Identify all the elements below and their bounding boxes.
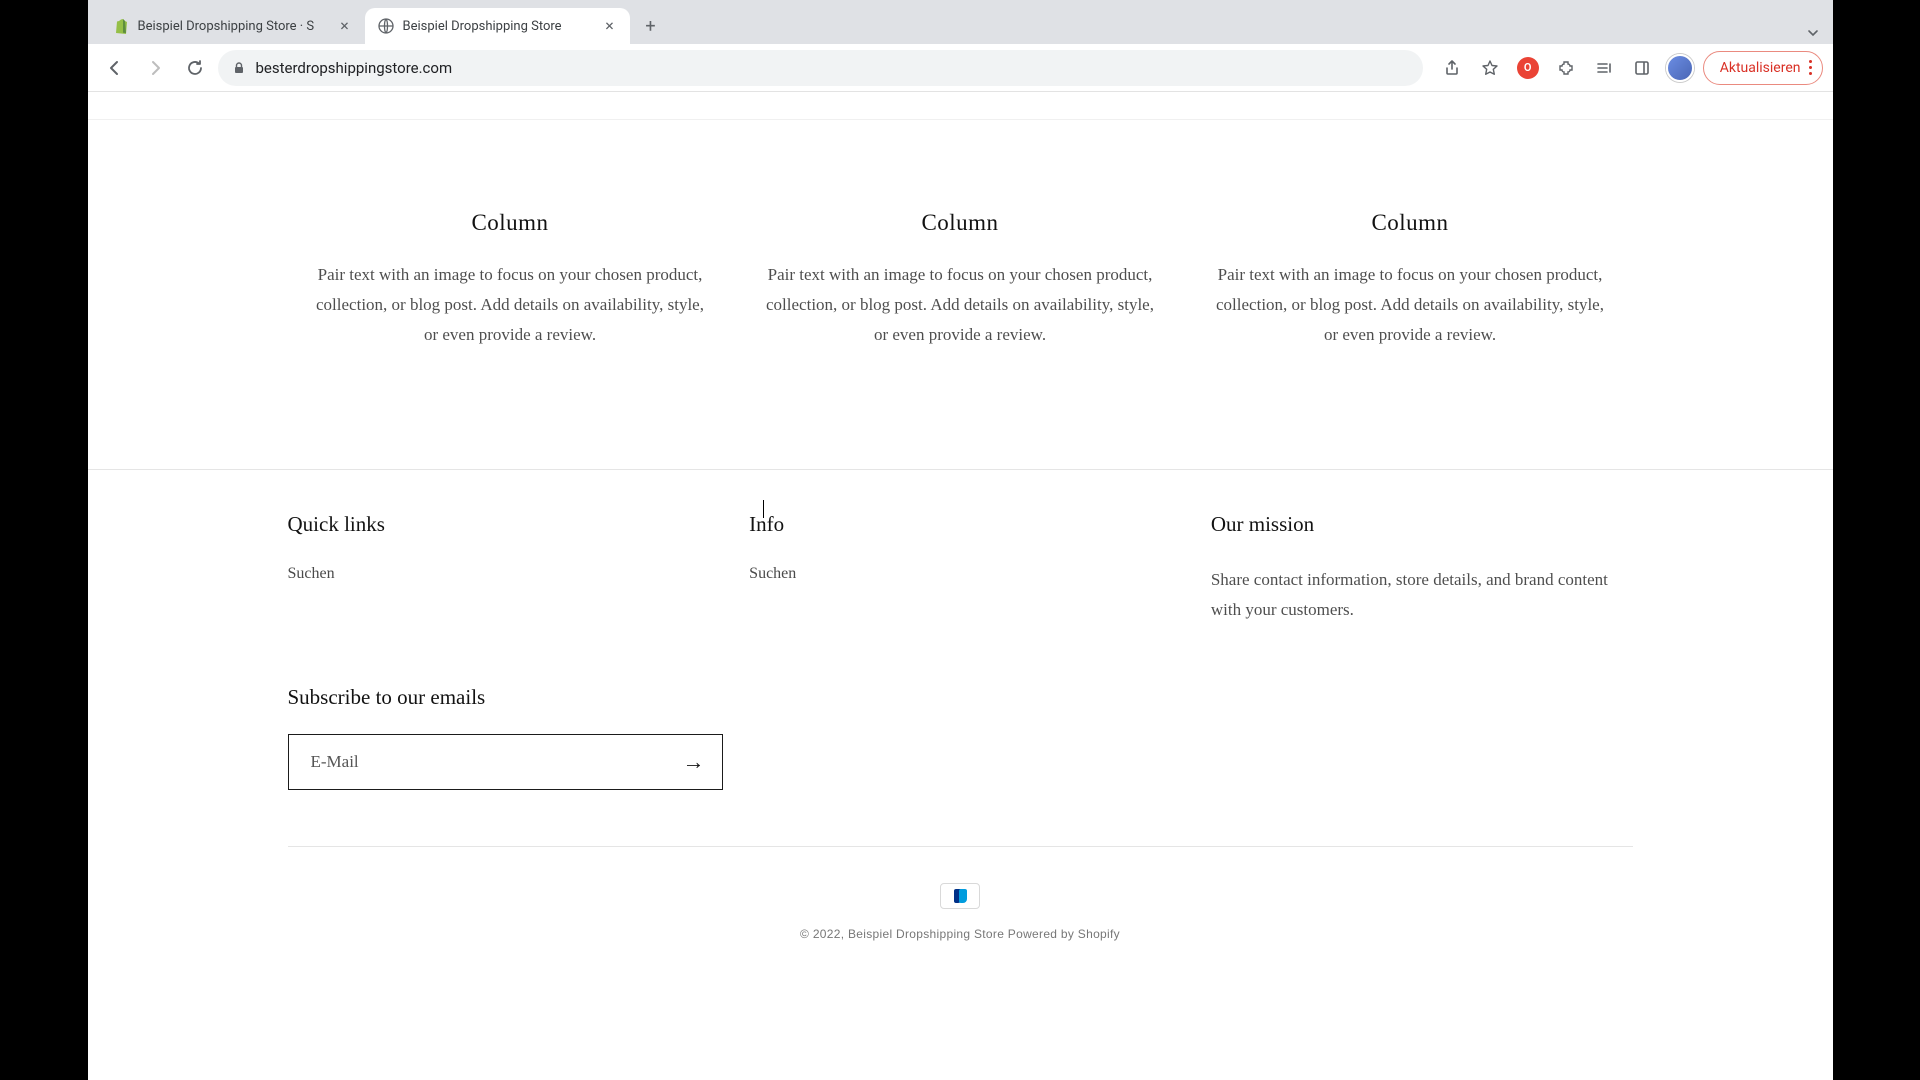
footer-heading: Our mission — [1211, 512, 1633, 537]
back-button[interactable] — [98, 51, 132, 85]
tab-strip: Beispiel Dropshipping Store · S × Beispi… — [88, 0, 1833, 44]
footer-link[interactable]: Suchen — [749, 565, 1171, 583]
column-body: Pair text with an image to focus on your… — [1210, 260, 1610, 349]
footer: Quick links Suchen Info Suchen Our missi… — [88, 470, 1833, 971]
column-3: Column Pair text with an image to focus … — [1210, 210, 1610, 349]
footer-heading: Quick links — [288, 512, 710, 537]
column-1: Column Pair text with an image to focus … — [310, 210, 710, 349]
column-heading: Column — [1210, 210, 1610, 236]
copyright-text: © 2022, Beispiel Dropshipping Store Powe… — [288, 909, 1633, 941]
toolbar-right: O Aktualisieren — [1429, 51, 1823, 85]
column-heading: Column — [760, 210, 1160, 236]
forward-button[interactable] — [138, 51, 172, 85]
browser-window: Beispiel Dropshipping Store · S × Beispi… — [88, 0, 1833, 1080]
update-button[interactable]: Aktualisieren — [1703, 51, 1823, 85]
new-tab-button[interactable]: + — [636, 11, 666, 41]
profile-avatar[interactable] — [1665, 53, 1695, 83]
footer-link[interactable]: Suchen — [288, 565, 710, 583]
share-icon[interactable] — [1437, 53, 1467, 83]
column-2: Column Pair text with an image to focus … — [760, 210, 1160, 349]
subscribe-heading: Subscribe to our emails — [288, 685, 1633, 710]
star-icon[interactable] — [1475, 53, 1505, 83]
text-cursor — [763, 500, 764, 518]
footer-quick-links: Quick links Suchen — [288, 512, 710, 625]
column-body: Pair text with an image to focus on your… — [310, 260, 710, 349]
globe-icon — [377, 17, 395, 35]
tab-title: Beispiel Dropshipping Store · S — [138, 19, 329, 34]
reload-button[interactable] — [178, 51, 212, 85]
footer-mission-body: Share contact information, store details… — [1211, 565, 1633, 625]
footer-info: Info Suchen — [749, 512, 1171, 625]
email-input[interactable]: E-Mail → — [288, 734, 723, 790]
subscribe-section: Subscribe to our emails E-Mail → — [288, 685, 1633, 790]
toolbar: besterdropshippingstore.com O — [88, 44, 1833, 92]
footer-heading: Info — [749, 512, 1171, 537]
tab-active[interactable]: Beispiel Dropshipping Store × — [365, 8, 630, 44]
shopify-icon — [112, 17, 130, 35]
update-label: Aktualisieren — [1720, 60, 1801, 76]
close-icon[interactable]: × — [337, 18, 353, 34]
panel-icon[interactable] — [1627, 53, 1657, 83]
url-text: besterdropshippingstore.com — [256, 59, 1409, 77]
paypal-icon — [940, 883, 980, 909]
columns-section: Column Pair text with an image to focus … — [88, 120, 1833, 469]
column-heading: Column — [310, 210, 710, 236]
extensions-icon[interactable] — [1551, 53, 1581, 83]
lock-icon — [232, 61, 246, 75]
close-icon[interactable]: × — [602, 18, 618, 34]
menu-dots-icon — [1809, 60, 1812, 75]
chevron-down-icon[interactable] — [1793, 26, 1833, 40]
footer-mission: Our mission Share contact information, s… — [1211, 512, 1633, 625]
submit-arrow-icon[interactable]: → — [666, 749, 722, 775]
extension-red-icon[interactable]: O — [1513, 53, 1543, 83]
email-placeholder: E-Mail — [311, 752, 666, 772]
payment-row — [288, 847, 1633, 909]
tab-inactive[interactable]: Beispiel Dropshipping Store · S × — [100, 8, 365, 44]
reading-list-icon[interactable] — [1589, 53, 1619, 83]
column-body: Pair text with an image to focus on your… — [760, 260, 1160, 349]
address-bar[interactable]: besterdropshippingstore.com — [218, 50, 1423, 86]
tab-title: Beispiel Dropshipping Store — [403, 19, 594, 34]
page-content: Column Pair text with an image to focus … — [88, 92, 1833, 1080]
